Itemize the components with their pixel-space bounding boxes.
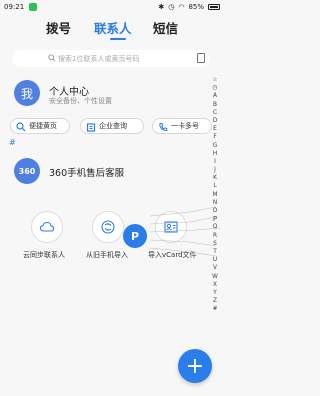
quick-actions: 便捷黄页 企业查询 一卡多号 (10, 118, 212, 134)
alphabet-index[interactable]: ☆ ◷ A B C D E F G H I J K L M N O P Q R S T U V W X Y Z # (209, 76, 221, 313)
yellow-pages-icon[interactable] (197, 53, 205, 63)
status-time: 09:21 (4, 3, 25, 11)
chip-label: 便捷黄页 (29, 122, 57, 130)
chip-label: 一卡多号 (171, 122, 199, 130)
search-placeholder: 搜索1位联系人或黄页号码 (58, 54, 140, 63)
import-old-phone-button[interactable] (92, 211, 124, 243)
index-letter[interactable]: F (213, 133, 216, 141)
multi-number-button[interactable]: 一卡多号 (152, 118, 212, 134)
contact-row[interactable]: 360 360手机售后客服 (14, 158, 204, 184)
add-contact-button[interactable]: + (178, 349, 212, 383)
active-tab-indicator (110, 38, 126, 40)
index-letter[interactable]: M (212, 191, 217, 199)
tab-dial[interactable]: 拨号 (46, 18, 71, 37)
bluetooth-icon: ✱ (158, 3, 165, 11)
tab-contacts[interactable]: 联系人 (94, 18, 132, 37)
avatar: 我 (14, 80, 40, 106)
tab-sms[interactable]: 短信 (153, 18, 178, 37)
index-letter[interactable]: H (213, 150, 217, 158)
index-letter[interactable]: D (213, 117, 217, 125)
index-letter[interactable]: C (213, 109, 217, 117)
import-old-phone-label: 从旧手机导入 (86, 251, 128, 259)
index-letter[interactable]: ◷ (212, 84, 217, 92)
yellow-pages-button[interactable]: 便捷黄页 (10, 118, 70, 134)
index-letter-bubble: P (123, 224, 147, 248)
battery-icon (208, 4, 220, 10)
wifi-icon: ◠ (178, 3, 185, 11)
phone-icon (159, 123, 168, 132)
index-letter[interactable]: Y (213, 289, 217, 297)
section-header: # (9, 138, 16, 147)
search-icon (48, 54, 56, 62)
search-icon (16, 122, 26, 132)
cloud-sync-button[interactable] (31, 211, 63, 243)
cloud-icon (39, 221, 55, 232)
battery-text: 85% (188, 3, 204, 11)
profile-subtitle: 安全备份、个性设置 (49, 97, 112, 105)
index-letter[interactable]: # (213, 305, 218, 313)
index-letter[interactable]: V (213, 264, 217, 272)
index-letter[interactable]: G (213, 142, 218, 150)
index-letter[interactable]: A (213, 92, 217, 100)
chip-label: 企业查询 (99, 122, 127, 130)
index-letter[interactable]: X (213, 281, 217, 289)
index-letter[interactable]: J (214, 166, 216, 174)
import-icon (101, 220, 115, 234)
index-letter[interactable]: Z (213, 297, 217, 305)
profile-row[interactable]: 我 个人中心 安全备份、个性设置 (14, 80, 214, 110)
notification-icon (29, 3, 37, 11)
index-wave-lines (150, 206, 220, 257)
company-search-button[interactable]: 企业查询 (80, 118, 144, 134)
index-letter[interactable]: L (213, 182, 216, 190)
index-letter[interactable]: E (213, 125, 217, 133)
status-bar: 09:21 ✱ ◷ ◠ 85% (0, 0, 223, 14)
index-letter[interactable]: ☆ (212, 76, 217, 84)
index-letter[interactable]: W (212, 273, 218, 281)
cloud-sync-label: 云同步联系人 (23, 251, 65, 259)
contact-avatar: 360 (14, 158, 40, 184)
contact-name: 360手机售后客服 (49, 168, 125, 179)
index-letter[interactable]: K (213, 174, 217, 182)
company-icon (86, 123, 96, 132)
status-right: ✱ ◷ ◠ 85% (158, 3, 220, 11)
index-letter[interactable]: B (213, 101, 217, 109)
alarm-icon: ◷ (168, 3, 175, 11)
search-input[interactable]: 搜索1位联系人或黄页号码 (12, 50, 210, 67)
index-letter[interactable]: I (214, 158, 216, 166)
